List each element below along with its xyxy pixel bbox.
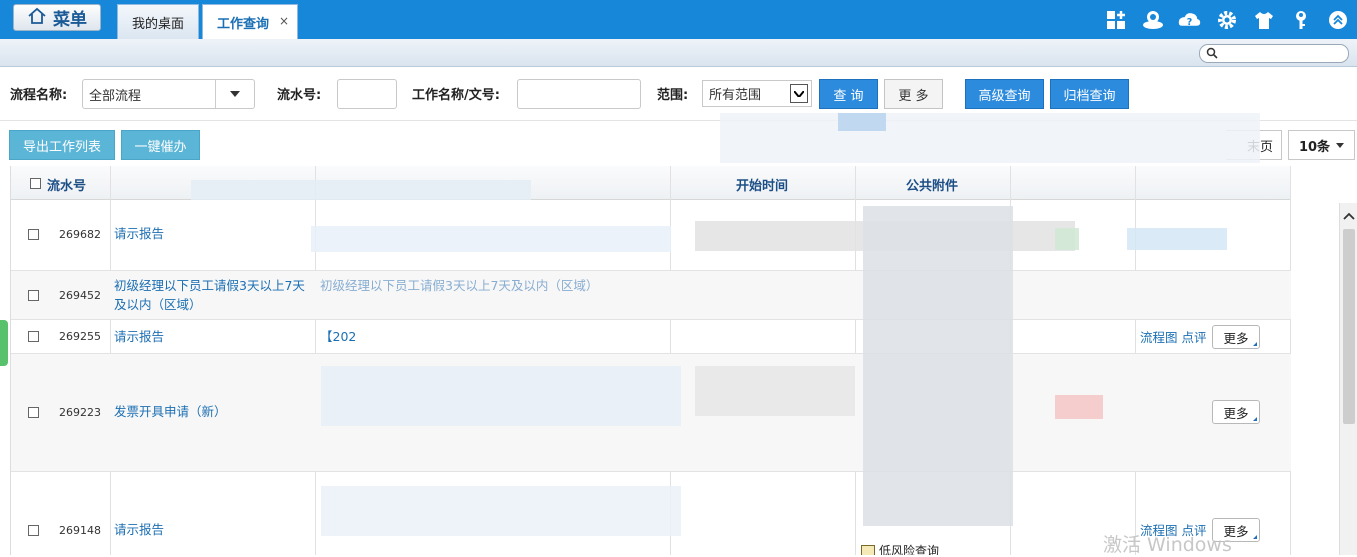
comment-link[interactable]: 点评 (1182, 330, 1207, 345)
obscured-region (321, 366, 681, 426)
more-button[interactable]: 更多 (1212, 325, 1260, 349)
flow-link[interactable]: 请示报告 (114, 520, 164, 539)
work-name-input[interactable] (517, 79, 641, 109)
serial-input[interactable] (337, 79, 397, 109)
header-attachments: 公共附件 (906, 179, 959, 194)
collapse-up-icon[interactable] (1326, 8, 1349, 31)
scope-value: 所有范围 (709, 88, 762, 103)
obscured-region (1055, 395, 1103, 419)
tab-my-desktop[interactable]: 我的桌面 (117, 4, 199, 39)
chevron-down-icon[interactable] (790, 84, 808, 103)
flow-name-label: 流程名称: (10, 88, 68, 103)
key-icon[interactable] (1289, 8, 1312, 31)
more-label: 更多 (1223, 405, 1249, 421)
row-checkbox[interactable] (28, 290, 39, 301)
chevron-down-icon[interactable] (215, 80, 254, 108)
advanced-query-button[interactable]: 高级查询 (965, 79, 1044, 109)
obscured-region (863, 206, 1013, 526)
serial-number: 269223 (59, 406, 101, 419)
select-all-checkbox[interactable] (30, 178, 41, 189)
page-size-button[interactable]: 10条 (1288, 130, 1355, 160)
page-size-label: 10条 (1298, 139, 1331, 155)
add-app-icon[interactable] (1104, 8, 1127, 31)
activation-watermark: 激活 Windows (1103, 534, 1232, 556)
flowchart-link[interactable]: 流程图 (1140, 330, 1178, 345)
row-operations: 流程图 点评 (1140, 327, 1207, 346)
row-checkbox[interactable] (28, 331, 39, 342)
export-list-button[interactable]: 导出工作列表 (9, 130, 115, 160)
work-name-link[interactable]: 【202 (320, 327, 356, 346)
table-row[interactable]: 269452 初级经理以下员工请假3天以上7天及以内（区域） 初级经理以下员工请… (11, 271, 1291, 320)
scope-select[interactable]: 所有范围 (702, 80, 812, 107)
sub-toolbar (0, 39, 1357, 67)
search-icon (1206, 47, 1218, 62)
close-tab-icon[interactable]: × (279, 14, 289, 28)
obscured-region (1127, 228, 1227, 250)
help-icon[interactable]: ? (1178, 8, 1201, 31)
archive-query-button[interactable]: 归档查询 (1050, 79, 1129, 109)
serial-number: 269255 (59, 330, 101, 343)
table-row[interactable]: 269255 请示报告 【202 流程图 点评 更多 (11, 320, 1291, 354)
menu-label: 菜单 (53, 10, 87, 30)
header-start-time: 开始时间 (736, 179, 789, 194)
obscured-region (695, 366, 855, 416)
svg-text:?: ? (1187, 16, 1193, 27)
scroll-up-icon[interactable] (1343, 209, 1355, 223)
flow-name-select[interactable]: 全部流程 (82, 79, 255, 109)
work-name-link[interactable]: 初级经理以下员工请假3天以上7天及以内（区域） (320, 276, 620, 314)
more-filters-button[interactable]: 更 多 (884, 79, 943, 109)
top-navigation-bar: 菜单 我的桌面 工作查询 × ? (0, 0, 1357, 39)
vertical-scrollbar[interactable] (1339, 203, 1357, 555)
menu-button[interactable]: 菜单 (13, 4, 101, 31)
scope-label: 范围: (657, 88, 689, 103)
flow-name-value: 全部流程 (89, 88, 142, 104)
flow-link[interactable]: 请示报告 (114, 224, 164, 243)
tab-label: 工作查询 (216, 16, 269, 32)
side-drawer-handle[interactable] (0, 320, 8, 366)
row-checkbox[interactable] (28, 525, 39, 536)
obscured-region (838, 113, 886, 131)
work-name-label: 工作名称/文号: (412, 88, 500, 103)
obscured-region (311, 226, 671, 252)
serial-number: 269452 (59, 289, 101, 302)
obscured-region (321, 486, 681, 536)
row-checkbox[interactable] (28, 229, 39, 240)
user-icon[interactable] (1141, 8, 1164, 31)
one-click-urge-button[interactable]: 一键催办 (121, 130, 200, 160)
caret-down-icon (1336, 142, 1345, 148)
shirt-theme-icon[interactable] (1252, 8, 1275, 31)
flow-link[interactable]: 请示报告 (114, 327, 164, 346)
query-button[interactable]: 查 询 (819, 79, 878, 109)
header-serial: 流水号 (47, 179, 87, 194)
obscured-region (1055, 228, 1079, 250)
home-icon (27, 7, 47, 28)
serial-label: 流水号: (277, 88, 322, 103)
attachment-link[interactable]: 低风险查询 (861, 542, 939, 555)
tab-work-query[interactable]: 工作查询 × (202, 4, 298, 39)
work-list-table: 流水号 开始时间 公共附件 269682 请示报告 269452 初级经理以下员… (10, 166, 1291, 555)
serial-number: 269148 (59, 524, 101, 537)
tab-label: 我的桌面 (131, 16, 184, 32)
attachment-name: 低风险查询 (879, 544, 940, 555)
document-icon (861, 544, 875, 555)
serial-number: 269682 (59, 228, 101, 241)
flow-link[interactable]: 初级经理以下员工请假3天以上7天及以内（区域） (114, 276, 310, 314)
scrollbar-thumb[interactable] (1343, 229, 1355, 424)
obscured-region (720, 113, 1260, 163)
settings-icon[interactable] (1215, 8, 1238, 31)
row-checkbox[interactable] (28, 407, 39, 418)
search-input[interactable] (1199, 44, 1349, 63)
more-label: 更多 (1223, 330, 1249, 346)
more-button[interactable]: 更多 (1212, 400, 1260, 424)
flow-link[interactable]: 发票开具申请（新） (114, 402, 227, 421)
obscured-region (191, 180, 531, 200)
